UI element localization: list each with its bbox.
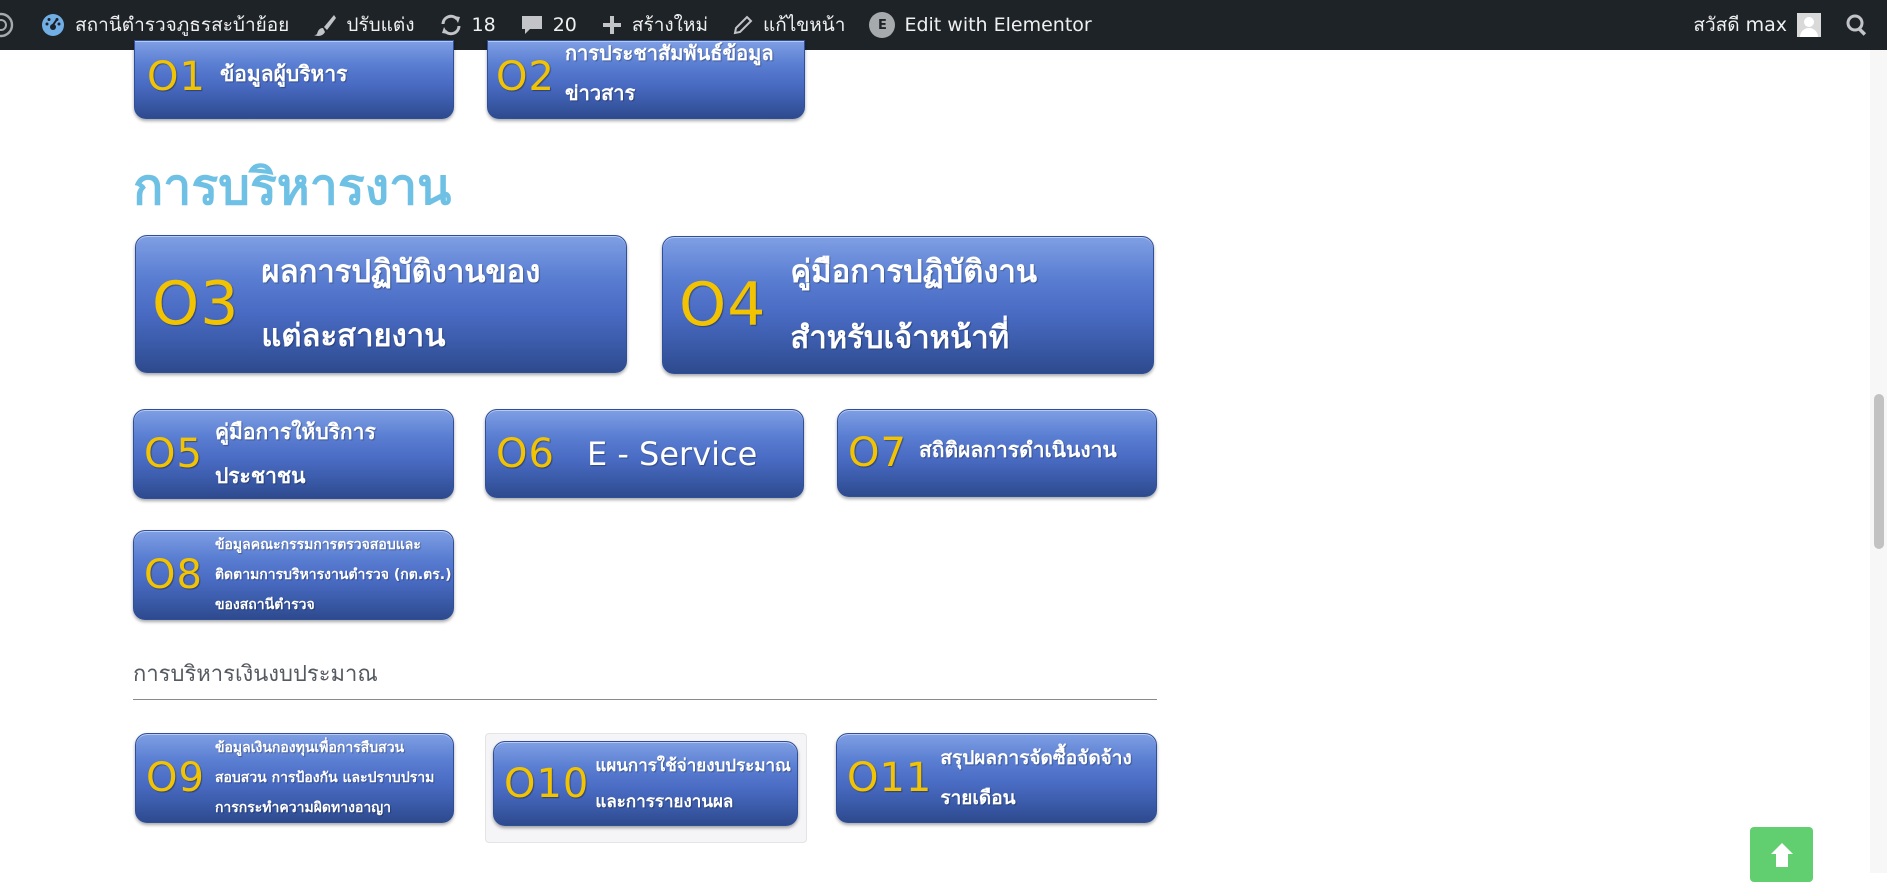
new-content-label: สร้างใหม่ [631, 14, 708, 36]
elementor-link[interactable]: E Edit with Elementor [857, 0, 1103, 50]
tile-o11[interactable]: O11 สรุปผลการจัดซื้อจัดจ้าง รายเดือน [836, 733, 1157, 823]
scrollbar[interactable] [1870, 50, 1887, 873]
tile-code: O4 [679, 270, 767, 340]
comment-icon [521, 16, 542, 34]
tile-label: สถิติผลการดำเนินงาน [918, 437, 1117, 462]
tile-label-line1: คู่มือการให้บริการ [214, 420, 376, 444]
tile-label: E - Service [586, 434, 758, 473]
tile-code: O11 [847, 755, 933, 801]
brush-icon [314, 15, 337, 36]
tile-label-line1: แผนการใช้จ่ายงบประมาณ [595, 755, 791, 776]
tile-label-line2: แต่ละสายงาน [261, 318, 446, 354]
my-account-menu[interactable]: สวัสดี max [1681, 0, 1833, 50]
tile-o3[interactable]: O3 ผลการปฏิบัติงานของ แต่ละสายงาน [135, 235, 627, 373]
tile-o8[interactable]: O8 ข้อมูลคณะกรรมการตรวจสอบและ ติดตามการบ… [133, 530, 454, 620]
tile-label-line1: ข้อมูลเงินกองทุนเพื่อการสืบสวน [214, 740, 405, 756]
tile-label-line2: ประชาชน [214, 464, 306, 488]
tile-label: ข้อมูลผู้บริหาร [219, 62, 348, 86]
tile-label-line3: การกระทำความผิดทางอาญา [214, 800, 391, 816]
comments-count: 20 [552, 14, 577, 36]
tile-code: O9 [146, 755, 205, 801]
tile-o7[interactable]: O7 สถิติผลการดำเนินงาน [837, 409, 1157, 497]
tile-o2[interactable]: O2 การประชาสัมพันธ์ข้อมูล ข่าวสาร [487, 40, 805, 119]
tile-label-line1: คู่มือการปฏิบัติงาน [790, 254, 1038, 290]
tile-label-line2: ติดตามการบริหารงานตำรวจ (กต.ตร.) [214, 567, 452, 583]
tile-code: O7 [848, 430, 907, 476]
tile-label-line1: สรุปผลการจัดซื้อจัดจ้าง [940, 747, 1132, 769]
customize-label: ปรับแต่ง [346, 14, 415, 36]
tile-o6[interactable]: O6 E - Service [485, 409, 804, 498]
tile-label-line2: ข่าวสาร [564, 80, 636, 105]
updates-count: 18 [471, 14, 496, 36]
tile-label-line2: และการรายงานผล [595, 791, 734, 812]
tile-o4[interactable]: O4 คู่มือการปฏิบัติงาน สำหรับเจ้าหน้าที่ [662, 236, 1154, 374]
tile-label-line1: ข้อมูลคณะกรรมการตรวจสอบและ [214, 537, 421, 553]
updates-icon [441, 14, 461, 36]
search-button[interactable] [1833, 0, 1869, 50]
arrow-up-icon [1770, 843, 1793, 867]
divider [133, 699, 1157, 700]
section-title: การบริหารงาน [133, 158, 452, 216]
tile-label-line2: รายเดือน [940, 787, 1016, 809]
search-icon [1846, 14, 1867, 36]
site-name: สถานีตำรวจภูธรสะบ้าย้อย [75, 14, 290, 36]
plus-icon [602, 16, 621, 34]
wordpress-icon [0, 12, 14, 38]
wordpress-menu[interactable] [0, 0, 20, 50]
greeting: สวัสดี max [1693, 14, 1787, 36]
edit-page-label: แก้ไขหน้า [762, 14, 846, 36]
tile-code: O2 [496, 53, 555, 100]
tile-code: O5 [144, 431, 203, 477]
tile-label-line2: สอบสวน การป้องกัน และปราบปราม [214, 770, 435, 786]
dashboard-icon [42, 14, 64, 36]
tile-code: O6 [496, 430, 555, 477]
pencil-icon [733, 15, 753, 35]
tile-o10[interactable]: O10 แผนการใช้จ่ายงบประมาณ และการรายงานผล [493, 741, 798, 826]
tile-code: O1 [147, 53, 206, 100]
budget-heading: การบริหารเงินงบประมาณ [133, 662, 378, 687]
tile-code: O3 [152, 269, 240, 339]
tile-code: O10 [504, 760, 590, 807]
tile-o9[interactable]: O9 ข้อมูลเงินกองทุนเพื่อการสืบสวน สอบสวน… [135, 733, 454, 823]
avatar [1797, 13, 1821, 37]
tile-label-line3: ของสถานีตำรวจ [214, 597, 315, 613]
elementor-label: Edit with Elementor [904, 14, 1092, 36]
tile-label-line2: สำหรับเจ้าหน้าที่ [790, 320, 1010, 356]
scrollbar-thumb[interactable] [1874, 394, 1884, 549]
tile-code: O8 [144, 552, 203, 598]
tile-label-line1: ผลการปฏิบัติงานของ [261, 254, 541, 290]
back-to-top-button[interactable] [1750, 827, 1813, 882]
tile-o5[interactable]: O5 คู่มือการให้บริการ ประชาชน [133, 409, 454, 499]
tile-label-line1: การประชาสัมพันธ์ข้อมูล [564, 40, 774, 65]
elementor-icon: E [869, 12, 896, 38]
tile-o1[interactable]: O1 ข้อมูลผู้บริหาร [134, 40, 454, 119]
